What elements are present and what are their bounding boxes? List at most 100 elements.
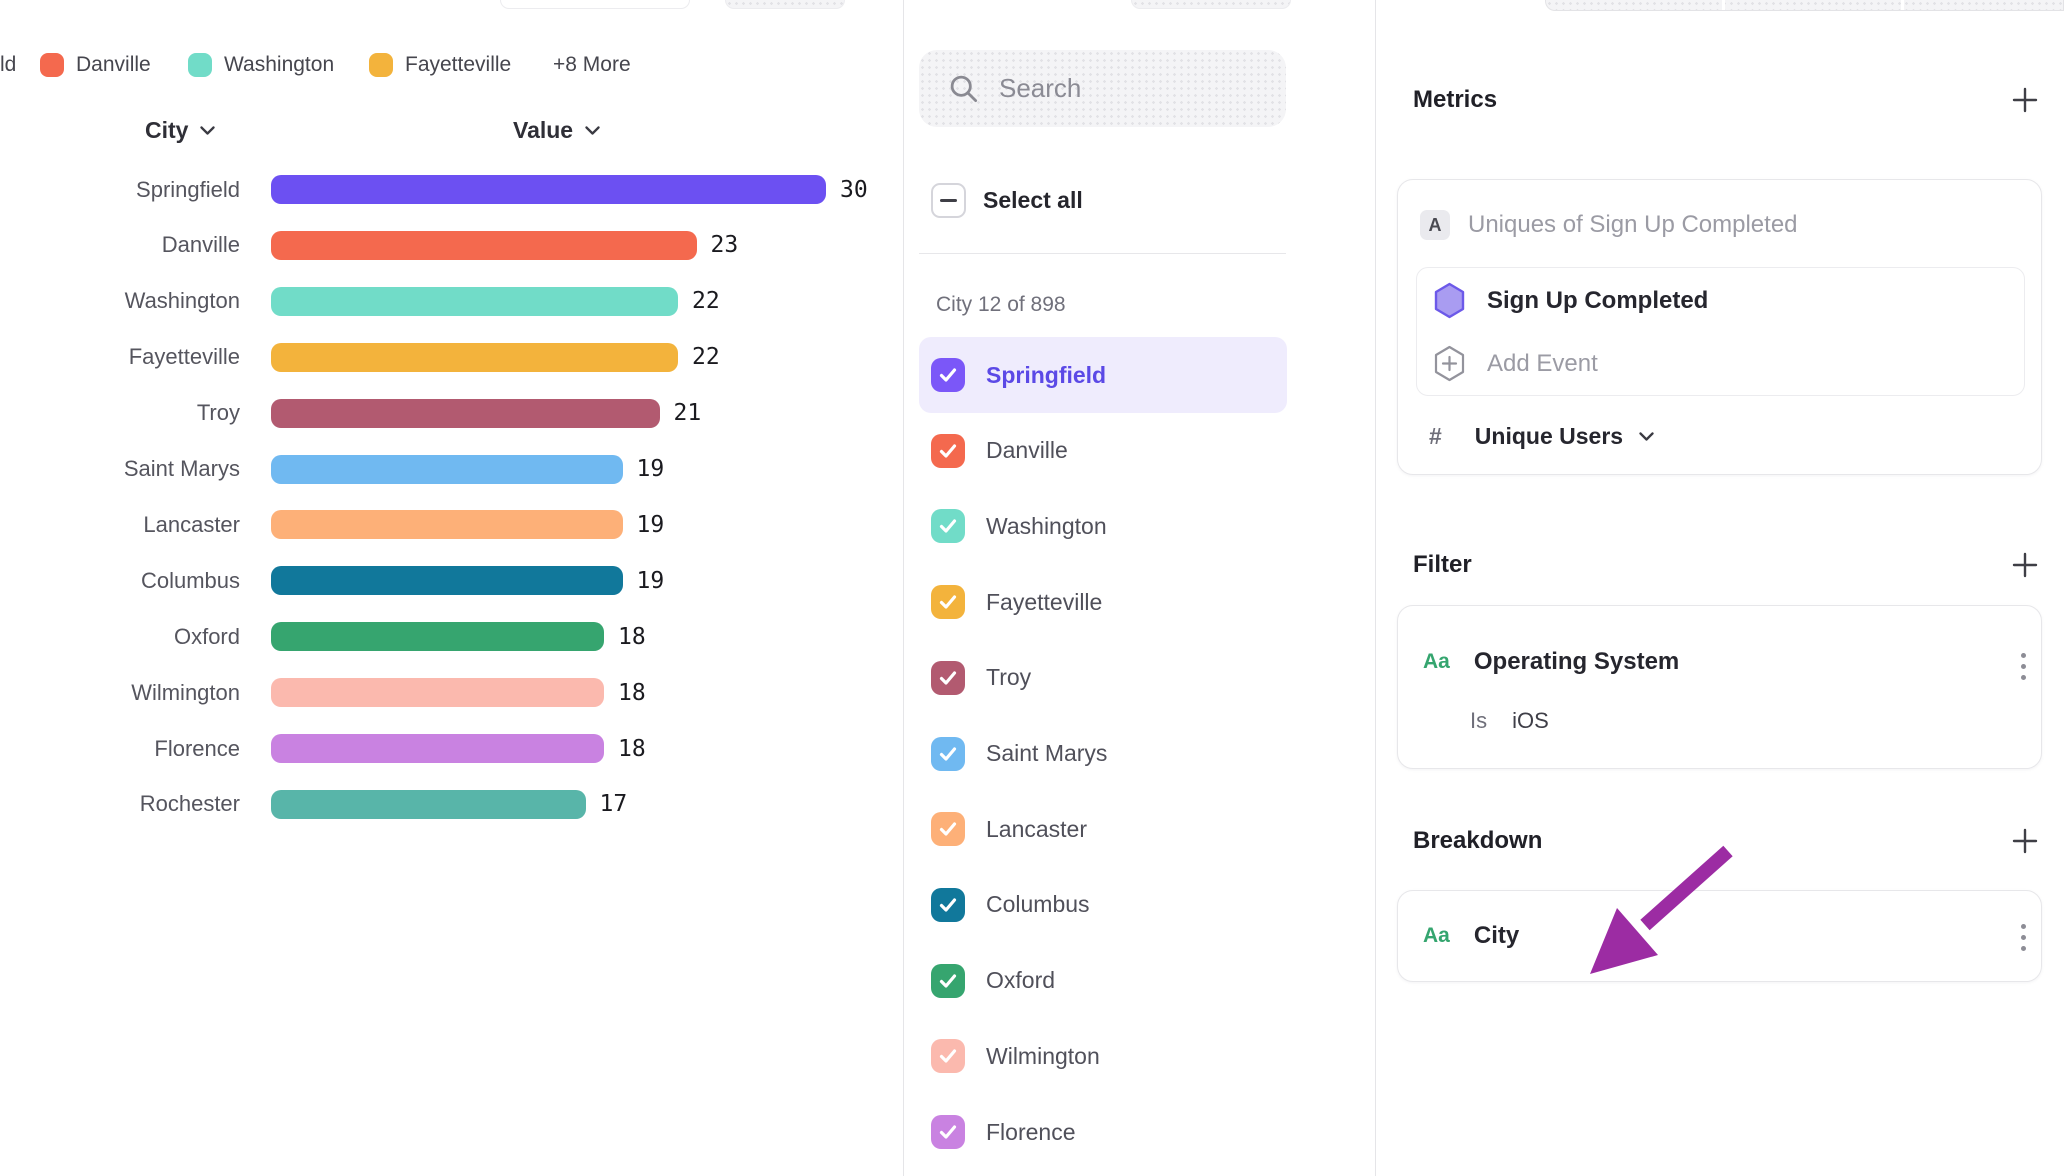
- event-block: Sign Up Completed Add Event: [1416, 267, 2025, 396]
- city-list-item[interactable]: Troy: [919, 640, 1287, 716]
- chart-bar-row: Lancaster19: [0, 497, 903, 553]
- segmented-control-cutoff[interactable]: [1545, 0, 2064, 11]
- city-list-item[interactable]: Springfield: [919, 337, 1287, 413]
- city-checkbox[interactable]: [931, 888, 965, 922]
- chart-category-label: Lancaster: [0, 512, 240, 538]
- chart-category-label: Springfield: [0, 177, 240, 203]
- chart-bar-row: Oxford18: [0, 609, 903, 665]
- city-list-item[interactable]: Fayetteville: [919, 564, 1287, 640]
- checkmark-icon: [937, 818, 959, 840]
- metrics-heading: Metrics: [1413, 85, 1497, 115]
- city-label: Columbus: [986, 891, 1090, 918]
- chart-bar[interactable]: [271, 566, 623, 595]
- chart-bar-row: Saint Marys19: [0, 441, 903, 497]
- add-metric-button[interactable]: [2011, 86, 2039, 114]
- chart-bar[interactable]: [271, 510, 623, 539]
- measure-label: Unique Users: [1475, 423, 1623, 450]
- city-checkbox[interactable]: [931, 1115, 965, 1149]
- add-filter-button[interactable]: [2011, 551, 2039, 579]
- city-list-item[interactable]: Lancaster: [919, 791, 1287, 867]
- chart-category-label: Danville: [0, 232, 240, 258]
- city-checkbox[interactable]: [931, 585, 965, 619]
- city-list-item[interactable]: Oxford: [919, 943, 1287, 1019]
- checkmark-icon: [937, 894, 959, 916]
- add-event-row[interactable]: Add Event: [1434, 345, 1598, 382]
- chart-bar[interactable]: [271, 231, 697, 260]
- add-event-label: Add Event: [1487, 350, 1598, 378]
- checkmark-icon: [937, 743, 959, 765]
- city-label: Oxford: [986, 967, 1055, 994]
- checkmark-icon: [937, 591, 959, 613]
- add-breakdown-button[interactable]: [2011, 827, 2039, 855]
- chart-value-label: 23: [711, 232, 739, 258]
- chart-value-label: 18: [618, 736, 646, 762]
- city-checkbox[interactable]: [931, 964, 965, 998]
- chart-category-label: Florence: [0, 736, 240, 762]
- checkmark-icon: [937, 364, 959, 386]
- chart-bar-row: Fayetteville22: [0, 329, 903, 385]
- breakdown-property-row[interactable]: Aa City: [1423, 922, 1519, 950]
- city-list-item[interactable]: Wilmington: [919, 1018, 1287, 1094]
- metric-name: Uniques of Sign Up Completed: [1468, 211, 1798, 239]
- event-row[interactable]: Sign Up Completed: [1434, 282, 1708, 319]
- chart-value-label: 22: [692, 344, 720, 370]
- chart-bar[interactable]: [271, 455, 623, 484]
- number-type-icon: #: [1429, 423, 1442, 450]
- chart-bar[interactable]: [271, 678, 604, 707]
- city-list-item[interactable]: Columbus: [919, 867, 1287, 943]
- chart-category-label: Columbus: [0, 568, 240, 594]
- breakdown-menu-button[interactable]: [2019, 924, 2027, 951]
- chart-category-label: Rochester: [0, 791, 240, 817]
- chart-value-label: 18: [618, 680, 646, 706]
- plus-icon: [2011, 827, 2039, 855]
- metric-letter-badge: A: [1420, 210, 1450, 240]
- filter-property-row[interactable]: Aa Operating System: [1423, 648, 1679, 676]
- chart-bar[interactable]: [271, 790, 586, 819]
- metric-title-row[interactable]: A Uniques of Sign Up Completed: [1420, 210, 1798, 240]
- chart-category-label: Wilmington: [0, 680, 240, 706]
- add-event-hexagon-icon: [1434, 345, 1465, 382]
- chart-value-label: 17: [600, 791, 628, 817]
- city-checkbox[interactable]: [931, 812, 965, 846]
- checkmark-icon: [937, 1045, 959, 1067]
- city-list-item[interactable]: Danville: [919, 413, 1287, 489]
- city-checkbox[interactable]: [931, 737, 965, 771]
- chart-value-label: 22: [692, 288, 720, 314]
- segment-divider: [1901, 0, 1904, 11]
- string-type-icon: Aa: [1423, 924, 1450, 948]
- metric-card: A Uniques of Sign Up Completed Sign Up C…: [1397, 179, 2042, 475]
- city-label: Wilmington: [986, 1043, 1100, 1070]
- filter-condition-row[interactable]: Is iOS: [1470, 708, 1549, 734]
- cutoff-chip: [500, 0, 690, 9]
- breakdown-heading: Breakdown: [1413, 826, 1542, 856]
- filter-menu-button[interactable]: [2019, 653, 2027, 680]
- chart-bar[interactable]: [271, 287, 678, 316]
- segment-divider: [1722, 0, 1725, 11]
- city-label: Fayetteville: [986, 589, 1102, 616]
- checkmark-icon: [937, 970, 959, 992]
- breakdown-bar-chart: ld Danville Washington Fayetteville +8 M…: [0, 0, 903, 1176]
- city-checkbox[interactable]: [931, 509, 965, 543]
- city-list-item[interactable]: Saint Marys: [919, 716, 1287, 792]
- city-checkbox[interactable]: [931, 358, 965, 392]
- chart-bar-row: Danville 23: [0, 217, 903, 273]
- chart-bar[interactable]: [271, 343, 678, 372]
- chart-bar-row: Washington22: [0, 273, 903, 329]
- event-name: Sign Up Completed: [1487, 287, 1708, 315]
- chart-bar[interactable]: [271, 622, 604, 651]
- checkmark-icon: [937, 440, 959, 462]
- chart-bar[interactable]: [271, 734, 604, 763]
- city-label: Troy: [986, 664, 1031, 691]
- city-list-item[interactable]: Florence: [919, 1094, 1287, 1170]
- city-checkbox[interactable]: [931, 434, 965, 468]
- chart-value-label: 21: [674, 400, 702, 426]
- city-list-item[interactable]: Washington: [919, 488, 1287, 564]
- filter-card: Aa Operating System Is iOS: [1397, 605, 2042, 769]
- inspector-panel: Metrics A Uniques of Sign Up Completed S…: [1376, 0, 2064, 1176]
- chart-bar[interactable]: [271, 175, 826, 204]
- city-checkbox[interactable]: [931, 1039, 965, 1073]
- breakdown-property-name: City: [1474, 922, 1519, 950]
- city-checkbox[interactable]: [931, 661, 965, 695]
- measure-row[interactable]: # Unique Users: [1429, 423, 1655, 450]
- chart-bar[interactable]: [271, 399, 660, 428]
